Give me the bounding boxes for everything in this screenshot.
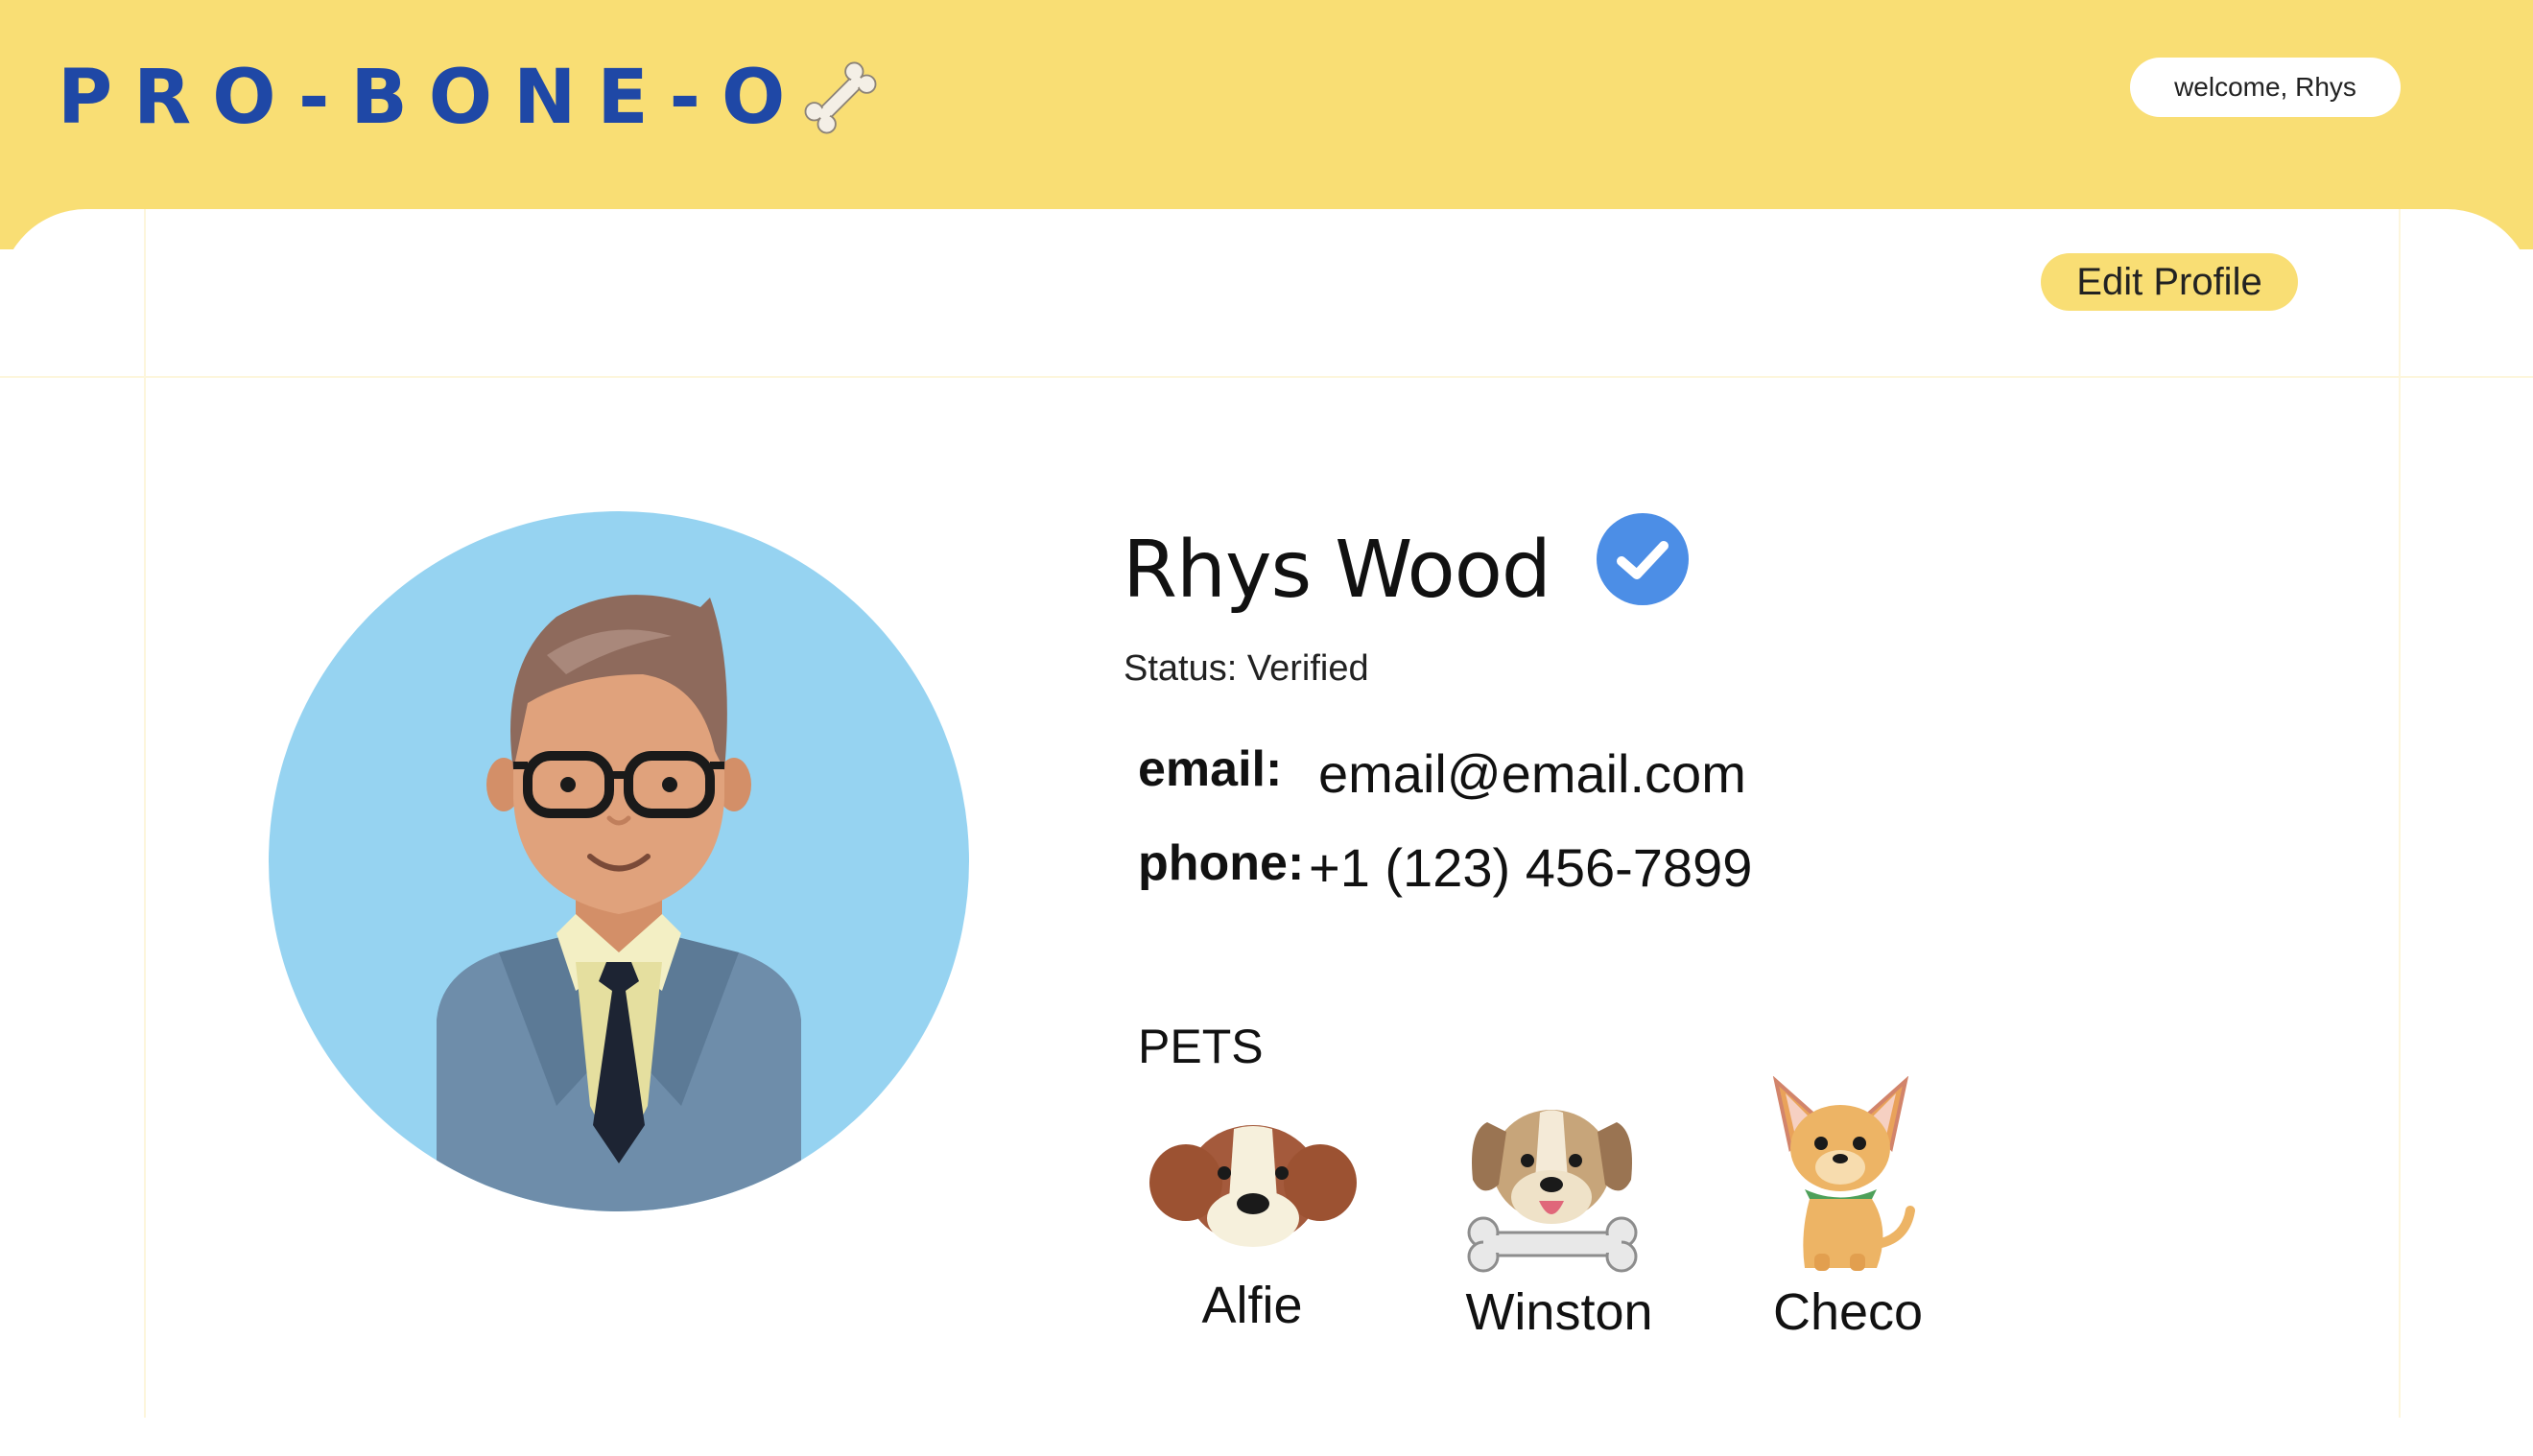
email-label: email: (1138, 741, 1283, 797)
layout-guide-left (144, 209, 146, 1418)
app-logo[interactable]: PRO-BONE-O (58, 50, 885, 146)
logo-text: PRO-BONE-O (58, 55, 807, 141)
pet-name-checo: Checo (1772, 1283, 1924, 1341)
email-value[interactable]: email@email.com (1318, 742, 1746, 805)
edit-profile-label: Edit Profile (2076, 260, 2262, 303)
profile-status: Status: Verified (1124, 648, 1369, 689)
phone-value[interactable]: +1 (123) 456-7899 (1309, 836, 1752, 899)
pet-name-winston: Winston (1465, 1283, 1653, 1341)
pets-heading: PETS (1138, 1020, 1264, 1073)
puppy-bone-icon[interactable] (1458, 1093, 1645, 1276)
welcome-text: welcome, Rhys (2174, 72, 2356, 102)
edit-profile-button[interactable]: Edit Profile (2041, 253, 2298, 311)
profile-name: Rhys Wood (1123, 525, 1551, 616)
pet-name-alfie: Alfie (1201, 1277, 1303, 1334)
layout-guide-right (2399, 209, 2401, 1418)
beagle-icon[interactable] (1149, 1108, 1357, 1247)
phone-label: phone: (1138, 835, 1305, 891)
verified-check-icon (1597, 513, 1689, 605)
layout-guide-divider (0, 376, 2533, 378)
chihuahua-icon[interactable] (1762, 1076, 1934, 1273)
welcome-badge[interactable]: welcome, Rhys (2130, 58, 2401, 117)
user-avatar (269, 511, 969, 1211)
bone-icon (804, 61, 877, 134)
